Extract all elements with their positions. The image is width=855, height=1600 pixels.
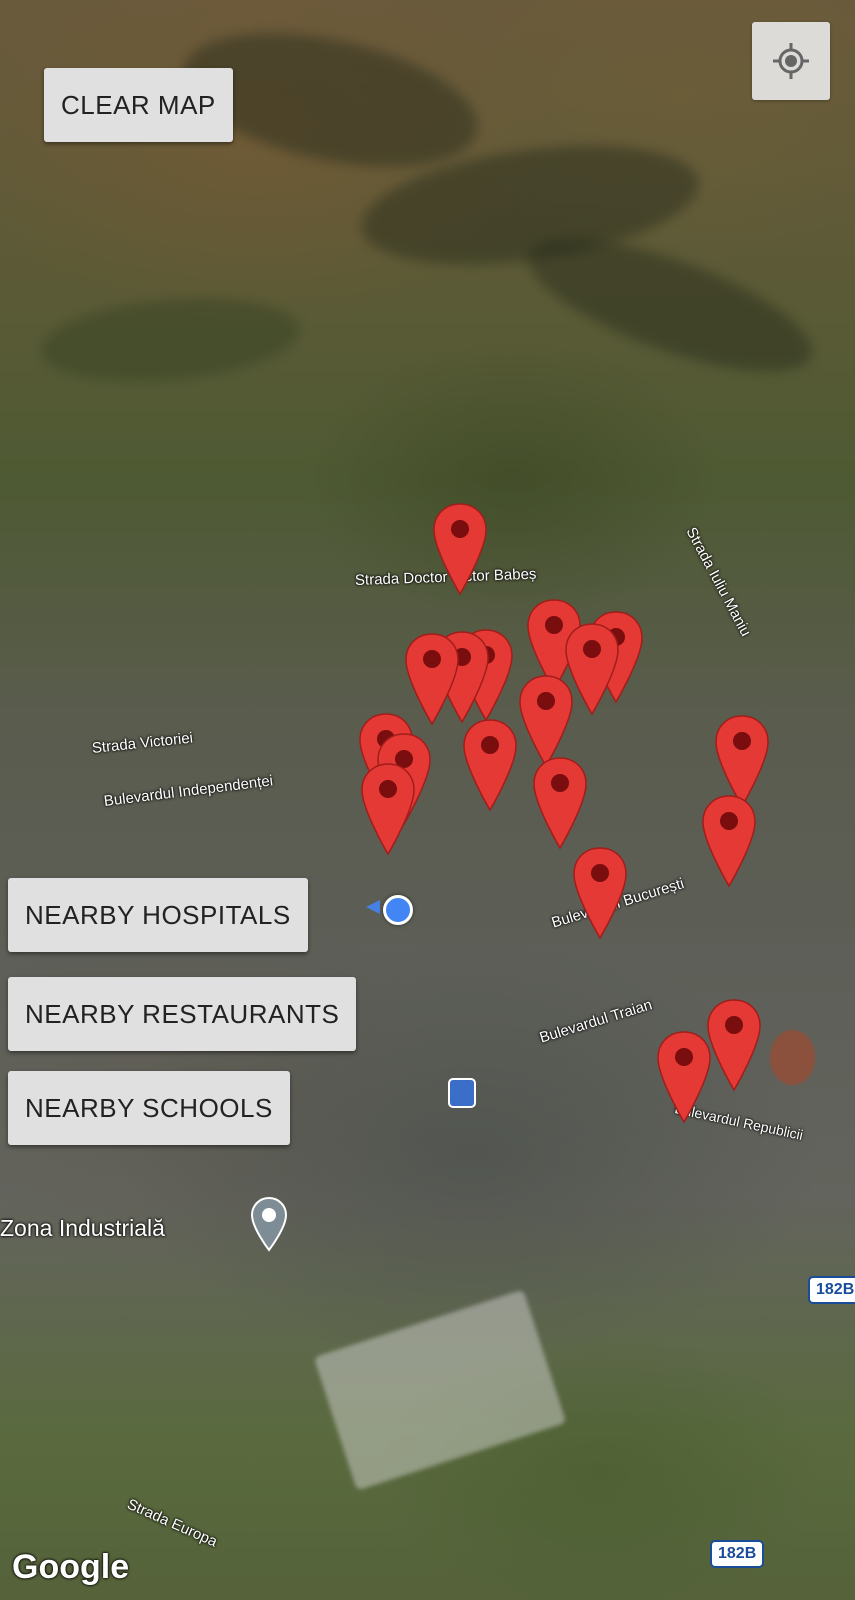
terrain-ridge bbox=[37, 288, 303, 392]
clear-map-button[interactable]: CLEAR MAP bbox=[44, 68, 233, 142]
heading-indicator bbox=[366, 900, 380, 914]
street-label: Strada Iuliu Maniu bbox=[682, 524, 755, 640]
place-marker-icon[interactable] bbox=[360, 762, 416, 856]
industrial-area bbox=[313, 1289, 567, 1491]
terrain-ridge bbox=[513, 211, 827, 399]
place-marker-icon[interactable] bbox=[462, 718, 518, 812]
street-label: Bulevardul Traian bbox=[537, 996, 655, 1047]
stadium bbox=[770, 1030, 815, 1085]
crosshair-icon bbox=[773, 43, 809, 79]
place-marker-icon[interactable] bbox=[656, 1030, 712, 1124]
my-location-button[interactable] bbox=[752, 22, 830, 100]
place-pin-icon[interactable] bbox=[250, 1196, 288, 1252]
google-logo: Google bbox=[12, 1548, 130, 1586]
user-location-dot bbox=[383, 895, 413, 925]
street-label: Strada Victoriei bbox=[91, 729, 194, 757]
street-label: Bulevardul Independenței bbox=[102, 772, 274, 810]
map-view[interactable]: Strada Doctor Victor Babeș Strada Iuliu … bbox=[0, 0, 855, 1600]
place-marker-icon[interactable] bbox=[518, 674, 574, 768]
nearby-restaurants-button[interactable]: NEARBY RESTAURANTS bbox=[8, 977, 357, 1051]
train-station-icon[interactable] bbox=[448, 1078, 476, 1108]
nearby-schools-button[interactable]: NEARBY SCHOOLS bbox=[8, 1071, 290, 1145]
place-marker-icon[interactable] bbox=[532, 756, 588, 850]
street-label: Strada Europa bbox=[124, 1495, 220, 1551]
place-label: Zona Industrială bbox=[0, 1215, 165, 1241]
place-marker-icon[interactable] bbox=[432, 502, 488, 596]
place-marker-icon[interactable] bbox=[706, 998, 762, 1092]
nearby-hospitals-button[interactable]: NEARBY HOSPITALS bbox=[8, 878, 308, 952]
place-marker-icon[interactable] bbox=[572, 846, 628, 940]
place-marker-icon[interactable] bbox=[701, 794, 757, 888]
road-badge: 182B bbox=[808, 1276, 855, 1304]
road-badge: 182B bbox=[710, 1540, 765, 1568]
